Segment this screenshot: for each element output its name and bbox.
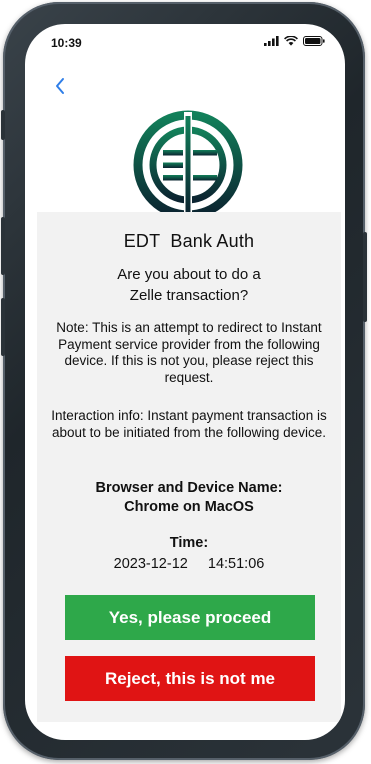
status-icons: [264, 36, 325, 46]
signal-icon: [264, 36, 279, 46]
proceed-button[interactable]: Yes, please proceed: [65, 595, 315, 640]
wifi-icon: [284, 36, 298, 46]
edt-logo: [133, 110, 243, 220]
transaction-question: Are you about to do a Zelle transaction?: [37, 264, 341, 306]
redirect-note: Note: This is an attempt to redirect to …: [56, 320, 322, 385]
status-time: 10:39: [51, 36, 82, 50]
device-value: Chrome on MacOS: [124, 499, 254, 515]
question-line-1: Are you about to do a: [117, 266, 261, 283]
card-title: EDT Bank Auth: [123, 231, 255, 251]
phone-frame: 10:39 EDT Bank Auth Are you about to do …: [1, 2, 367, 760]
mute-switch: [1, 110, 5, 140]
device-label: Browser and Device Name:: [95, 480, 283, 496]
time-label: Time:: [169, 535, 209, 551]
interaction-info: Interaction info: Instant payment transa…: [51, 408, 327, 440]
auth-card: EDT Bank Auth Are you about to do a Zell…: [37, 212, 341, 722]
phone-screen: 10:39 EDT Bank Auth Are you about to do …: [25, 24, 345, 740]
chevron-left-icon: [56, 78, 64, 94]
back-button[interactable]: [49, 74, 73, 98]
volume-down-button: [1, 298, 5, 356]
power-button: [363, 232, 367, 322]
status-bar: 10:39: [25, 24, 345, 64]
time-value: 2023-12-12 14:51:06: [113, 556, 265, 572]
question-line-2: Zelle transaction?: [129, 287, 249, 304]
volume-up-button: [1, 217, 5, 275]
battery-icon: [303, 36, 325, 46]
reject-button[interactable]: Reject, this is not me: [65, 656, 315, 701]
